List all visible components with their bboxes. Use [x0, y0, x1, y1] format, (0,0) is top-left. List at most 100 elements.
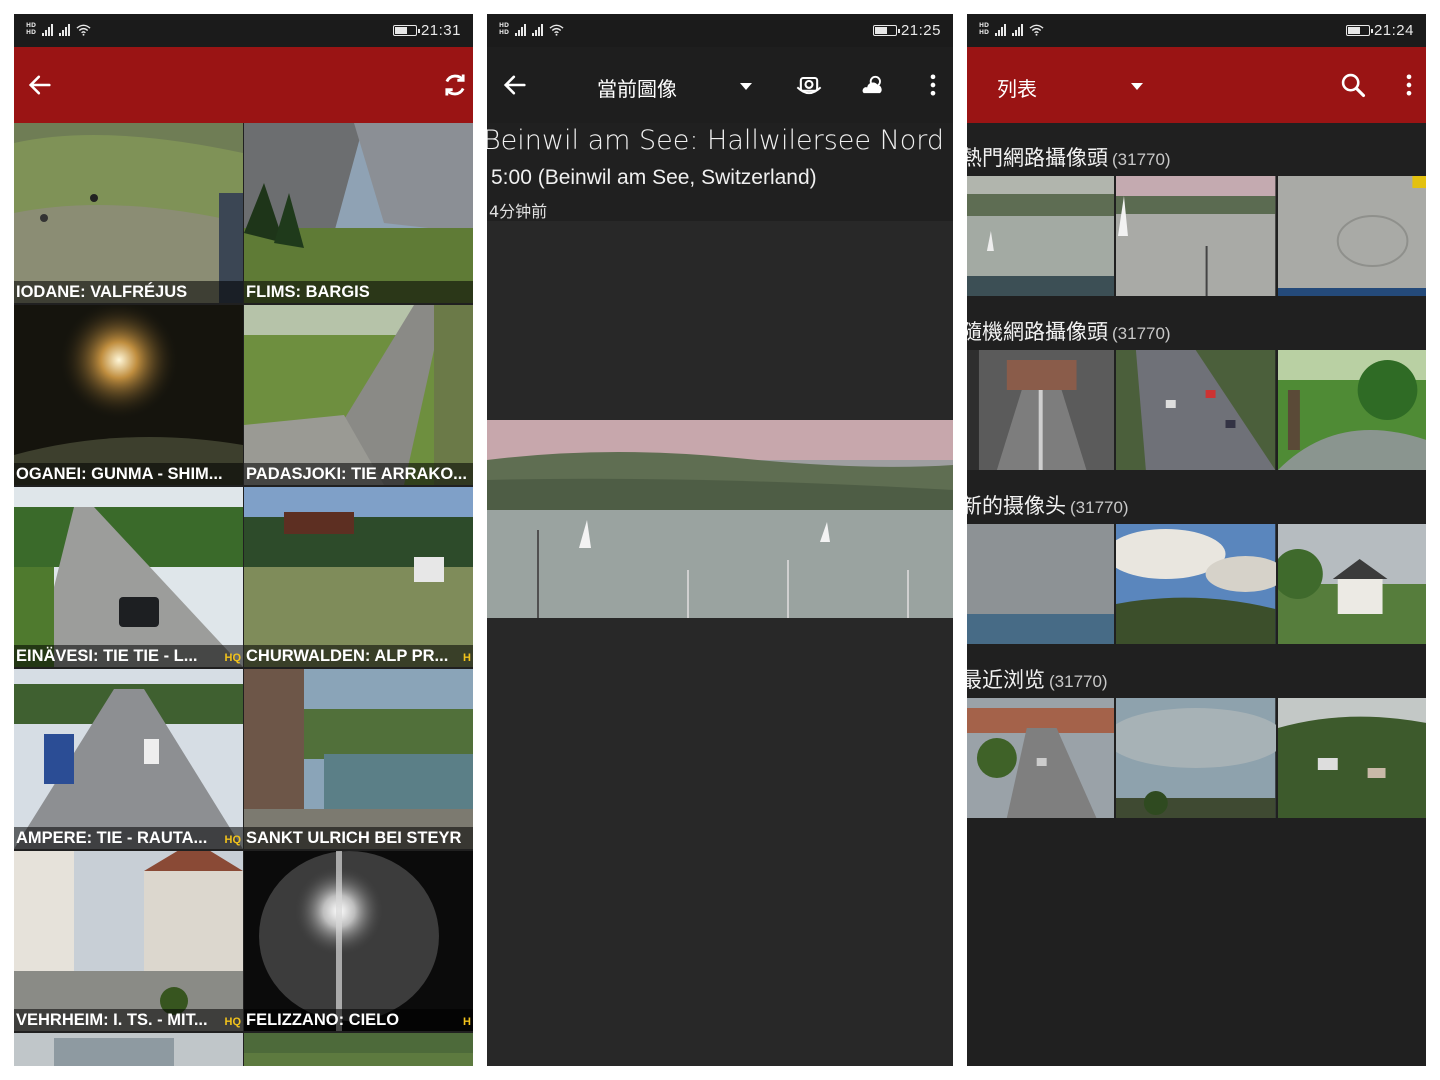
status-bar: HD HD 21:25	[487, 14, 953, 47]
signal-icon	[995, 24, 1007, 36]
webcam-tile[interactable]: PADASJOKI: TIE ARRAKO...	[244, 305, 473, 485]
battery-icon	[1345, 25, 1373, 36]
screen-webcam-lists: HD HD 21:24 列表 熱門網路攝像頭 (31770) 隨機網路攝像頭 (317…	[967, 14, 1426, 1066]
hq-badge: H	[463, 1016, 471, 1028]
hd-icon: HD HD	[499, 22, 510, 36]
section-count: (31770)	[1112, 324, 1171, 343]
webcam-thumbnail[interactable]	[967, 524, 1115, 644]
webcam-thumbnail[interactable]	[1116, 524, 1276, 644]
wifi-icon	[76, 24, 91, 36]
section-title: 熱門網路攝像頭	[967, 146, 1108, 170]
section-header[interactable]: 隨機網路攝像頭 (31770)	[967, 316, 1171, 346]
signal-icon	[42, 24, 54, 36]
section-title: 最近浏览	[967, 668, 1045, 692]
webcam-tile[interactable]: AMPERE: TIE - RAUTA... HQ	[14, 669, 243, 849]
chevron-down-icon[interactable]	[740, 83, 752, 90]
tile-caption: CHURWALDEN: ALP PR...	[244, 645, 473, 667]
tile-caption: AMPERE: TIE - RAUTA...	[14, 827, 243, 849]
hq-badge: HQ	[224, 1016, 242, 1028]
section-count: (31770)	[1112, 150, 1171, 169]
webcam-tile[interactable]: FELIZZANO: CIELO H	[244, 851, 473, 1031]
camera-subtitle: 5:00 (Beinwil am See, Switzerland)	[491, 166, 817, 189]
view-selector[interactable]: 當前圖像	[597, 73, 677, 102]
battery-icon	[392, 25, 420, 36]
webcam-thumbnail[interactable]	[1116, 698, 1276, 818]
section-header[interactable]: 最近浏览 (31770)	[967, 664, 1108, 694]
camera-title: Beinwil am See: Hallwilersee Nord	[487, 125, 945, 156]
webcam-thumbnail[interactable]	[967, 698, 1115, 818]
webcam-thumbnail[interactable]	[1277, 524, 1426, 644]
camera-rotate-icon[interactable]	[793, 69, 825, 101]
tile-caption: FLIMS: BARGIS	[244, 281, 473, 303]
tile-caption: EINÄVESI: TIE TIE - L...	[14, 645, 243, 667]
app-bar: 當前圖像	[487, 47, 953, 123]
status-time: 21:31	[420, 22, 461, 39]
more-options-icon[interactable]	[1393, 69, 1425, 101]
screen-webcam-grid: HD HD 21:31 IODANE: VALFRÉJUS FLIMS: BARG…	[14, 14, 473, 1066]
webcam-tile[interactable]	[244, 1033, 473, 1066]
webcam-tile[interactable]: VEHRHEIM: I. TS. - MIT... HQ	[14, 851, 243, 1031]
section-header[interactable]: 新的摄像头 (31770)	[967, 490, 1129, 520]
webcam-tile[interactable]: OGANEI: GUNMA - SHIM...	[14, 305, 243, 485]
signal-icon	[59, 24, 71, 36]
webcam-tile[interactable]: FLIMS: BARGIS	[244, 123, 473, 303]
webcam-row	[967, 698, 1426, 818]
back-arrow-icon[interactable]	[499, 69, 531, 101]
webcam-tile[interactable]	[14, 1033, 243, 1066]
tile-caption: IODANE: VALFRÉJUS	[14, 281, 243, 303]
signal-icon	[1012, 24, 1024, 36]
status-bar: HD HD 21:31	[14, 14, 473, 47]
webcam-thumbnail[interactable]	[1277, 176, 1426, 296]
app-bar: 列表	[967, 47, 1426, 123]
screen-current-image: HD HD 21:25 當前圖像 Beinwil am See: Hallwile…	[487, 14, 953, 1066]
webcam-row	[967, 524, 1426, 644]
more-options-icon[interactable]	[917, 69, 949, 101]
webcam-thumbnail[interactable]	[967, 176, 1115, 296]
battery-icon	[872, 25, 900, 36]
search-icon[interactable]	[1337, 69, 1369, 101]
hq-badge: HQ	[224, 834, 242, 846]
webcam-tile[interactable]: SANKT ULRICH BEI STEYR	[244, 669, 473, 849]
webcam-tile[interactable]: CHURWALDEN: ALP PR... H	[244, 487, 473, 667]
wifi-icon	[549, 24, 564, 36]
tile-caption: SANKT ULRICH BEI STEYR	[244, 827, 473, 849]
hq-badge: HQ	[224, 652, 242, 664]
tile-caption: OGANEI: GUNMA - SHIM...	[14, 463, 243, 485]
section-count: (31770)	[1049, 672, 1108, 691]
webcam-tile[interactable]: EINÄVESI: TIE TIE - L... HQ	[14, 487, 243, 667]
refresh-icon[interactable]	[439, 69, 471, 101]
section-title: 隨機網路攝像頭	[967, 320, 1108, 344]
hd-icon: HD HD	[26, 22, 37, 36]
section-header[interactable]: 熱門網路攝像頭 (31770)	[967, 142, 1171, 172]
webcam-row	[967, 350, 1426, 470]
webcam-thumbnail[interactable]	[1116, 350, 1276, 470]
webcam-thumbnail[interactable]	[967, 350, 1115, 470]
signal-indicators: HD HD	[499, 22, 564, 36]
webcam-thumbnail[interactable]	[1277, 350, 1426, 470]
back-arrow-icon[interactable]	[24, 69, 56, 101]
webcam-tile[interactable]: IODANE: VALFRÉJUS	[14, 123, 243, 303]
signal-icon	[532, 24, 544, 36]
chevron-down-icon[interactable]	[1131, 83, 1143, 90]
webcam-thumbnail[interactable]	[1277, 698, 1426, 818]
hq-badge: H	[463, 652, 471, 664]
section-title: 新的摄像头	[967, 494, 1066, 518]
status-time: 21:25	[900, 22, 941, 39]
app-bar	[14, 47, 473, 123]
signal-icon	[515, 24, 527, 36]
webcam-thumbnail[interactable]	[1116, 176, 1276, 296]
list-selector[interactable]: 列表	[997, 73, 1037, 102]
image-viewer[interactable]	[487, 221, 953, 1066]
signal-indicators: HD HD	[979, 22, 1044, 36]
weather-icon[interactable]	[857, 69, 889, 101]
hd-icon: HD HD	[979, 22, 990, 36]
section-count: (31770)	[1070, 498, 1129, 517]
webcam-image[interactable]	[487, 420, 953, 618]
status-bar: HD HD 21:24	[967, 14, 1426, 47]
tile-caption: VEHRHEIM: I. TS. - MIT...	[14, 1009, 243, 1031]
wifi-icon	[1029, 24, 1044, 36]
tile-caption: PADASJOKI: TIE ARRAKO...	[244, 463, 473, 485]
last-updated: 4分钟前	[489, 202, 548, 221]
tile-caption: FELIZZANO: CIELO	[244, 1009, 473, 1031]
status-time: 21:24	[1373, 22, 1414, 39]
